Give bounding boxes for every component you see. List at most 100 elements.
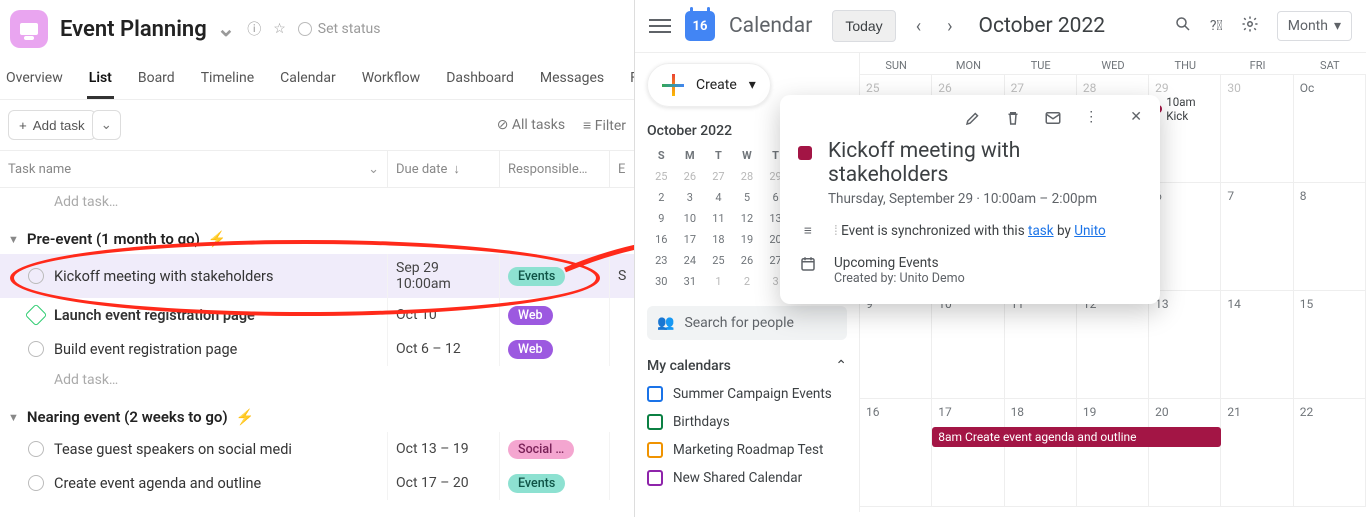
star-icon[interactable]: ☆ [273,21,286,37]
mini-day[interactable]: 26 [733,250,762,271]
day-cell[interactable]: 19 [1077,399,1149,506]
checkbox-icon[interactable] [647,470,663,486]
task-row[interactable]: Launch event registration pageOct 10Web [0,298,634,332]
mini-day[interactable]: 24 [676,250,705,271]
event-bar[interactable]: 8am Create event agenda and outline [932,427,1221,447]
mini-day[interactable]: 28 [733,166,762,187]
add-task-dropdown[interactable]: ⌄ [92,110,121,140]
col-due[interactable]: Due date↓ [388,151,500,187]
close-icon[interactable]: ✕ [1130,109,1142,131]
mini-day[interactable]: 1 [704,271,733,292]
day-cell[interactable]: 17 [932,399,1004,506]
day-cell[interactable]: 15 [1294,291,1366,398]
day-cell[interactable]: 20 [1149,399,1221,506]
task-row[interactable]: Kickoff meeting with stakeholdersSep 29 … [0,254,634,298]
mini-day[interactable]: 23 [647,250,676,271]
create-button[interactable]: Create ▾ [647,63,771,107]
add-task-row[interactable]: Add task… [0,188,634,216]
mini-day[interactable]: 30 [647,271,676,292]
tab-calendar[interactable]: Calendar [278,64,338,99]
calendar-item[interactable]: Birthdays [647,414,847,430]
day-cell[interactable]: 13 [1149,291,1221,398]
mini-day[interactable]: 25 [704,250,733,271]
title-dropdown-icon[interactable]: ⌄ [217,16,235,42]
tab-timeline[interactable]: Timeline [199,64,256,99]
today-button[interactable]: Today [832,10,895,42]
day-cell[interactable]: 9 [860,291,932,398]
task-row[interactable]: Tease guest speakers on social mediOct 1… [0,432,634,466]
section-header[interactable]: ▼Pre-event (1 month to go) ⚡ [0,216,634,254]
unito-link[interactable]: Unito [1074,223,1105,239]
mini-day[interactable]: 18 [704,229,733,250]
day-cell[interactable]: 22 [1294,399,1366,506]
task-link[interactable]: task [1028,223,1054,239]
checkbox-icon[interactable] [647,442,663,458]
collapse-icon[interactable]: ⌃ [835,358,847,374]
mini-day[interactable]: 27 [704,166,733,187]
checkbox-icon[interactable] [647,414,663,430]
view-switch[interactable]: Month▾ [1277,11,1352,41]
mini-day[interactable]: 19 [733,229,762,250]
day-cell[interactable]: 11 [1005,291,1077,398]
edit-icon[interactable] [964,109,982,131]
task-row[interactable]: Build event registration pageOct 6 – 12W… [0,332,634,366]
mini-day[interactable]: 25 [647,166,676,187]
check-circle-icon[interactable] [28,341,44,357]
mini-day[interactable]: 17 [676,229,705,250]
day-cell[interactable]: 7 [1221,183,1293,290]
checkbox-icon[interactable] [647,386,663,402]
set-status-button[interactable]: Set status [298,21,381,37]
day-cell[interactable]: 30 [1221,75,1293,182]
mini-day[interactable]: 4 [704,187,733,208]
day-cell[interactable]: 21 [1221,399,1293,506]
mini-day[interactable]: 9 [647,208,676,229]
mini-day[interactable]: 12 [733,208,762,229]
day-cell[interactable]: 18 [1005,399,1077,506]
day-cell[interactable]: 16 [860,399,932,506]
filter-button[interactable]: ≡ Filter [583,117,626,134]
tab-board[interactable]: Board [136,64,177,99]
day-cell[interactable]: Oc [1294,75,1366,182]
delete-icon[interactable] [1004,109,1022,131]
day-cell[interactable]: 10 [932,291,1004,398]
mini-day[interactable]: 3 [676,187,705,208]
mini-day[interactable]: 2 [733,271,762,292]
milestone-icon[interactable] [25,304,48,327]
day-cell[interactable]: 8 [1294,183,1366,290]
tab-list[interactable]: List [87,64,114,99]
mini-day[interactable]: 2 [647,187,676,208]
prev-month-button[interactable]: ‹ [910,16,927,37]
mini-day[interactable]: 5 [733,187,762,208]
check-circle-icon[interactable] [28,441,44,457]
tab-file[interactable]: File [628,64,635,99]
check-circle-icon[interactable] [28,475,44,491]
info-icon[interactable]: ⓘ [247,19,261,39]
day-cell[interactable]: 12 [1077,291,1149,398]
hamburger-icon[interactable] [649,15,671,37]
tab-messages[interactable]: Messages [538,64,606,99]
mini-day[interactable]: 16 [647,229,676,250]
section-header[interactable]: ▼Nearing event (2 weeks to go) ⚡ [0,394,634,432]
col-responsible[interactable]: Responsible… [500,151,610,187]
mini-day[interactable]: 26 [676,166,705,187]
more-icon[interactable]: ⋮ [1084,109,1098,131]
col-name[interactable]: Task name⌄ [0,151,388,187]
check-circle-icon[interactable] [28,268,44,284]
settings-gear-icon[interactable] [1241,15,1259,37]
all-tasks-filter[interactable]: ⊘ All tasks [497,117,565,133]
mini-day[interactable]: 10 [676,208,705,229]
search-icon[interactable] [1174,15,1192,37]
tab-overview[interactable]: Overview [4,64,65,99]
calendar-item[interactable]: Marketing Roadmap Test [647,442,847,458]
mini-day[interactable]: 31 [676,271,705,292]
calendar-item[interactable]: Summer Campaign Events [647,386,847,402]
mini-day[interactable]: 11 [704,208,733,229]
next-month-button[interactable]: › [941,16,958,37]
task-row[interactable]: Create event agenda and outlineOct 17 – … [0,466,634,500]
tab-workflow[interactable]: Workflow [360,64,423,99]
calendar-item[interactable]: New Shared Calendar [647,470,847,486]
tab-dashboard[interactable]: Dashboard [444,64,516,99]
event-chip[interactable]: 10am Kick [1155,95,1214,123]
email-icon[interactable] [1044,109,1062,131]
add-task-row[interactable]: Add task… [0,366,634,394]
